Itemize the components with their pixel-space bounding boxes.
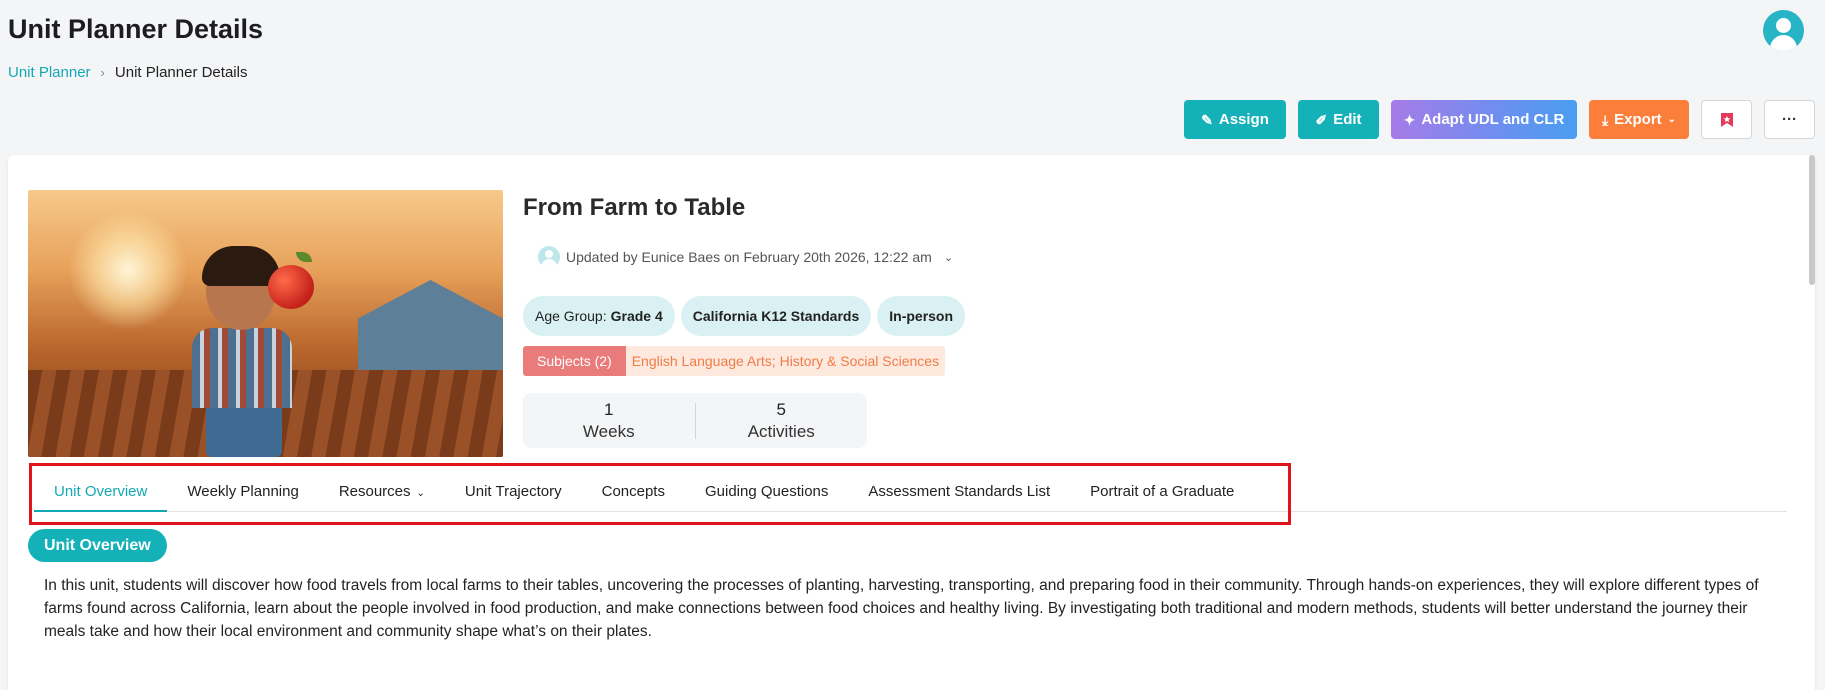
subjects-badge: Subjects (2) English Language Arts; Hist… [523, 346, 946, 376]
adapt-label: Adapt UDL and CLR [1421, 111, 1565, 128]
export-button[interactable]: ⤓ Export ⌄ [1589, 100, 1689, 139]
magic-wand-icon: ✦ [1403, 111, 1416, 128]
download-icon: ⤓ [1601, 111, 1609, 128]
export-label: Export [1614, 111, 1662, 128]
activities-label: Activities [747, 421, 815, 441]
age-group-label: Age Group: [535, 308, 607, 324]
overview-text: In this unit, students will discover how… [44, 577, 1759, 640]
activities-value: 5 [776, 399, 786, 419]
page-title: Unit Planner Details [8, 14, 264, 44]
user-avatar-small [538, 246, 560, 268]
more-label: ··· [1782, 111, 1797, 128]
edit-button[interactable]: ✐ Edit [1298, 100, 1379, 139]
updated-info[interactable]: Updated by Eunice Baes on February 20th … [538, 246, 953, 268]
more-options-button[interactable]: ··· [1764, 100, 1815, 139]
assign-label: Assign [1218, 111, 1269, 128]
scrollbar[interactable] [1809, 155, 1815, 285]
unit-cover-image [28, 190, 503, 457]
activities-stat: 5 Activities [696, 400, 868, 442]
unit-stats: 1 Weeks 5 Activities [523, 393, 867, 448]
toolbar: ✎ Assign ✐ Edit ✦ Adapt UDL and CLR ⤓ Ex… [1184, 100, 1815, 139]
assign-button[interactable]: ✎ Assign [1184, 100, 1286, 139]
adapt-udl-clr-button[interactable]: ✦ Adapt UDL and CLR [1391, 100, 1577, 139]
bookmark-button[interactable] [1701, 100, 1752, 139]
assign-icon: ✎ [1201, 111, 1213, 128]
subjects-list: English Language Arts; History & Social … [625, 346, 946, 376]
weeks-stat: 1 Weeks [523, 400, 695, 442]
chevron-right-icon: › [100, 65, 105, 80]
edit-label: Edit [1333, 111, 1362, 128]
age-group-tag: Age Group: Grade 4 [523, 296, 675, 336]
user-avatar[interactable] [1763, 10, 1804, 51]
bookmark-icon [1720, 112, 1733, 127]
subjects-count: Subjects (2) [523, 346, 626, 376]
breadcrumb-unit-planner-link[interactable]: Unit Planner [8, 64, 91, 81]
standards-tag: California K12 Standards [680, 296, 872, 336]
chevron-down-icon: ⌄ [943, 251, 954, 264]
section-heading-pill: Unit Overview [28, 529, 167, 562]
updated-text: Updated by Eunice Baes on February 20th … [566, 249, 932, 265]
unit-tags: Age Group: Grade 4 California K12 Standa… [523, 296, 966, 336]
weeks-label: Weeks [582, 421, 635, 441]
tabs-highlight-box [29, 463, 1291, 525]
unit-title: From Farm to Table [523, 194, 746, 221]
mode-tag: In-person [877, 296, 966, 336]
breadcrumb: Unit Planner › Unit Planner Details [8, 64, 247, 81]
age-group-value: Grade 4 [610, 308, 663, 324]
chevron-down-icon: ⌄ [1667, 113, 1677, 125]
weeks-value: 1 [604, 399, 614, 419]
breadcrumb-current: Unit Planner Details [114, 64, 248, 81]
pencil-icon: ✐ [1315, 111, 1328, 128]
